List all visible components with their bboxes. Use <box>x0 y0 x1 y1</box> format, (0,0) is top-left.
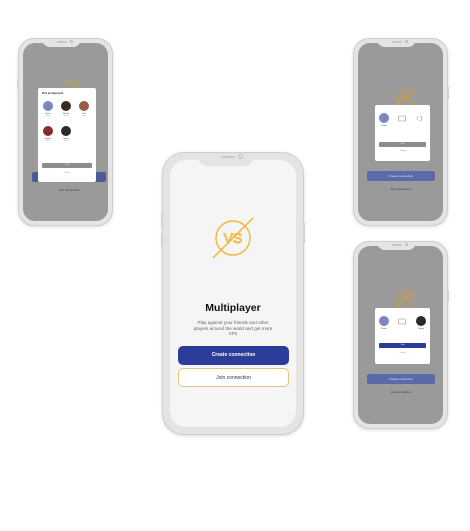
player-name: Synthia <box>44 138 52 140</box>
pick-opponent-modal: Pick an Opponent Pierre online Maxim onl… <box>38 88 96 182</box>
player-status: online <box>45 116 51 117</box>
page-title: Multiplayer <box>205 302 261 314</box>
cancel-link[interactable]: Cancel <box>379 150 426 152</box>
player-name: Maxim <box>63 113 69 115</box>
avatar[interactable] <box>61 101 71 111</box>
player-status: online <box>45 141 51 142</box>
player-name: Dmitry <box>63 138 69 140</box>
description: Play against your friends and other play… <box>193 320 273 336</box>
player-name: Pedro <box>381 328 387 330</box>
avatar[interactable] <box>79 101 89 111</box>
camera <box>70 40 73 43</box>
join-connection-link[interactable]: Join connection <box>367 187 435 191</box>
power-button <box>447 290 449 302</box>
controller-icon <box>398 115 406 122</box>
volume-button <box>161 233 163 247</box>
phone-screen: Join connection Pick an Opponent Pierre … <box>23 43 108 221</box>
avatar[interactable] <box>379 113 389 123</box>
play-button[interactable]: Play <box>379 142 426 147</box>
modal-title: Pick an Opponent <box>42 92 64 95</box>
phone-mockup-multiplayer: VS Multiplayer Play against your friends… <box>161 152 305 435</box>
speaker <box>221 156 235 158</box>
cancel-link[interactable]: Cancel <box>42 172 92 174</box>
volume-button <box>17 79 19 89</box>
phone-mockup-pick-opponent: Join connection Pick an Opponent Pierre … <box>17 38 113 226</box>
phone-screen: VS Multiplayer Play against your friends… <box>170 160 296 427</box>
opponent-modal: Pedro Play Cancel <box>375 105 430 161</box>
avatar[interactable] <box>43 126 53 136</box>
phone-notch <box>377 242 416 250</box>
player-status: online <box>81 116 87 117</box>
speaker <box>57 41 67 43</box>
phone-notch <box>377 39 416 47</box>
avatar[interactable] <box>416 316 426 326</box>
power-button <box>447 87 449 99</box>
phone-screen: VS Pedro Play Cancel Create connection J… <box>358 43 443 221</box>
join-connection-button[interactable]: Join connection <box>178 368 289 387</box>
matched-modal: Pedro Dmitry Play Cancel <box>375 308 430 364</box>
join-connection-link[interactable]: Join connection <box>32 188 106 192</box>
join-connection-link[interactable]: Join connection <box>367 390 435 394</box>
create-connection-button[interactable]: Create connection <box>367 374 435 384</box>
create-connection-button[interactable]: Create connection <box>178 346 289 365</box>
camera <box>405 40 408 43</box>
camera <box>238 154 243 159</box>
player-status: online <box>63 141 69 142</box>
avatar[interactable] <box>43 101 53 111</box>
phone-notch <box>42 39 81 47</box>
play-button[interactable]: Play <box>42 163 92 168</box>
player-name: Dmitry <box>418 328 424 330</box>
speaker <box>392 244 402 246</box>
camera <box>405 243 408 246</box>
avatar[interactable] <box>379 316 389 326</box>
controller-icon <box>398 318 406 325</box>
cancel-link[interactable]: Cancel <box>379 352 426 354</box>
vs-logo-icon: VS <box>212 217 254 259</box>
avatar[interactable] <box>61 126 71 136</box>
create-connection-button[interactable]: Create connection <box>367 171 435 181</box>
phone-mockup-matched-opponents: VS Pedro Dmitry Play Cancel Create conne… <box>353 241 449 429</box>
speaker <box>392 41 402 43</box>
phone-mockup-single-opponent: VS Pedro Play Cancel Create connection J… <box>353 38 449 226</box>
volume-button <box>161 213 163 227</box>
svg-text:VS: VS <box>400 95 410 103</box>
phone-notch <box>199 153 253 166</box>
power-button <box>303 223 305 243</box>
player-status: online <box>63 116 69 117</box>
player-name: Pedro <box>381 125 387 127</box>
phone-screen: VS Pedro Dmitry Play Cancel Create conne… <box>358 246 443 424</box>
svg-text:VS: VS <box>400 296 410 304</box>
player-name: Pierre <box>45 113 51 115</box>
loading-icon <box>416 115 423 122</box>
svg-text:VS: VS <box>224 230 243 246</box>
play-button[interactable]: Play <box>379 343 426 348</box>
player-name: Sue <box>82 113 86 115</box>
